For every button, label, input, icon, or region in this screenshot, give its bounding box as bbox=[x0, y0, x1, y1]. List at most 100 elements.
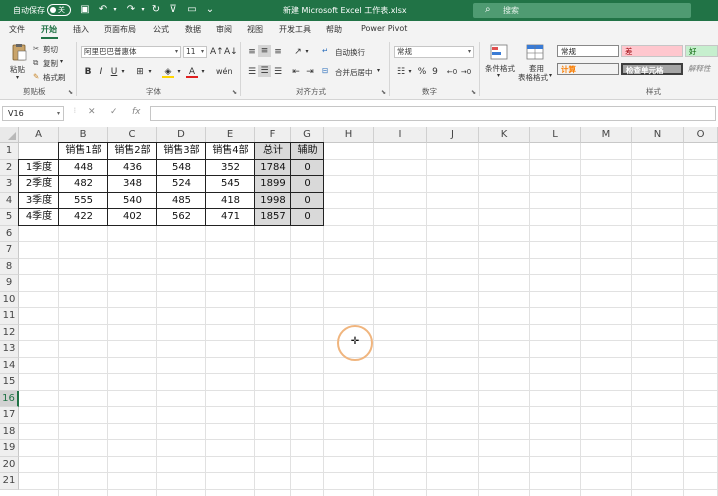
underline-button[interactable]: U bbox=[109, 66, 119, 78]
row-header-21[interactable]: 21 bbox=[0, 473, 19, 490]
column-header-e[interactable]: E bbox=[206, 127, 255, 143]
tab-file[interactable]: 文件 bbox=[9, 24, 25, 35]
table-header-cell[interactable]: 总计 bbox=[255, 143, 291, 160]
enter-icon[interactable]: ✓ bbox=[110, 107, 118, 117]
align-top-icon[interactable]: ≡ bbox=[246, 46, 258, 58]
number-format-combo[interactable]: 常规 ▾ bbox=[394, 46, 474, 58]
table-cell[interactable]: 0 bbox=[291, 192, 324, 209]
tab-page-layout[interactable]: 页面布局 bbox=[104, 24, 136, 35]
row-header-13[interactable]: 13 bbox=[0, 341, 19, 358]
formula-input[interactable] bbox=[150, 106, 716, 121]
table-format-icon[interactable] bbox=[526, 43, 544, 61]
increase-indent-icon[interactable]: ⇥ bbox=[304, 66, 316, 78]
filter-icon[interactable]: ⊽ bbox=[166, 4, 180, 16]
row-header-18[interactable]: 18 bbox=[0, 423, 19, 440]
table-cell[interactable]: 524 bbox=[157, 176, 206, 193]
row-header-9[interactable]: 9 bbox=[0, 275, 19, 292]
table-format-dropdown-icon[interactable]: ▾ bbox=[549, 72, 552, 79]
table-cell[interactable]: 1784 bbox=[255, 159, 291, 176]
table-cell[interactable]: 1季度 bbox=[19, 160, 59, 177]
wrap-text-label[interactable]: 自动换行 bbox=[335, 47, 365, 58]
align-middle-icon[interactable]: ≡ bbox=[258, 45, 271, 57]
table-cell[interactable]: 0 bbox=[291, 176, 324, 193]
cut-icon[interactable]: ✂ bbox=[33, 44, 39, 53]
font-size-combo[interactable]: 11 ▾ bbox=[183, 46, 207, 58]
undo-dropdown-icon[interactable]: ▾ bbox=[108, 4, 122, 16]
table-cell[interactable]: 482 bbox=[59, 176, 108, 193]
autosave-toggle[interactable]: 关 bbox=[47, 4, 71, 16]
format-painter-label[interactable]: 格式刷 bbox=[43, 72, 66, 83]
table-cell[interactable]: 1998 bbox=[255, 192, 291, 209]
align-right-icon[interactable]: ☰ bbox=[272, 66, 284, 78]
table-cell[interactable]: 545 bbox=[206, 176, 255, 193]
redo-dropdown-icon[interactable]: ▾ bbox=[136, 4, 150, 16]
row-header-8[interactable]: 8 bbox=[0, 258, 19, 275]
align-left-icon[interactable]: ☰ bbox=[246, 66, 258, 78]
orientation-icon[interactable]: ↗ bbox=[292, 46, 304, 58]
table-cell[interactable]: 436 bbox=[108, 160, 157, 177]
table-cell[interactable]: 562 bbox=[157, 209, 206, 226]
column-header-o[interactable]: O bbox=[684, 127, 718, 143]
style-normal[interactable]: 常规 bbox=[557, 45, 619, 57]
underline-dropdown-icon[interactable]: ▾ bbox=[120, 66, 126, 78]
table-cell[interactable]: 1899 bbox=[255, 176, 291, 193]
font-name-combo[interactable]: 阿里巴巴普惠体 ▾ bbox=[81, 46, 181, 58]
cut-label[interactable]: 剪切 bbox=[43, 44, 58, 55]
font-color-dropdown-icon[interactable]: ▾ bbox=[200, 66, 206, 78]
tab-data[interactable]: 数据 bbox=[185, 24, 201, 35]
column-header-a[interactable]: A bbox=[19, 127, 59, 143]
tab-help[interactable]: 帮助 bbox=[326, 24, 342, 35]
table-header-cell[interactable]: 销售4部 bbox=[206, 143, 255, 160]
style-explanatory[interactable]: 解释性 bbox=[685, 63, 718, 75]
font-color-icon[interactable]: A bbox=[186, 66, 198, 78]
comma-style-button[interactable]: 9 bbox=[430, 66, 440, 78]
clipboard-launcher-icon[interactable]: ⬊ bbox=[68, 89, 73, 96]
row-header-17[interactable]: 17 bbox=[0, 407, 19, 424]
border-dropdown-icon[interactable]: ▾ bbox=[147, 66, 153, 78]
insert-function-icon[interactable]: fx bbox=[132, 107, 141, 117]
column-header-n[interactable]: N bbox=[632, 127, 684, 143]
table-header-cell[interactable] bbox=[19, 143, 59, 160]
table-cell[interactable]: 352 bbox=[206, 160, 255, 177]
table-cell[interactable]: 3季度 bbox=[19, 193, 59, 210]
style-check-cell[interactable]: 检查单元格 bbox=[621, 63, 683, 75]
tab-view[interactable]: 视图 bbox=[247, 24, 263, 35]
save-icon[interactable]: ▣ bbox=[78, 4, 92, 16]
conditional-format-icon[interactable] bbox=[490, 43, 508, 61]
refresh-icon[interactable]: ↻ bbox=[149, 4, 163, 16]
paste-icon[interactable] bbox=[10, 43, 28, 61]
decrease-decimal-icon[interactable]: →0 bbox=[460, 66, 472, 78]
row-header-4[interactable]: 4 bbox=[0, 192, 19, 209]
row-header-5[interactable]: 5 bbox=[0, 209, 19, 226]
row-header-1[interactable]: 1 bbox=[0, 143, 19, 160]
table-header-cell[interactable]: 销售3部 bbox=[157, 143, 206, 160]
column-header-h[interactable]: H bbox=[324, 127, 374, 143]
table-cell[interactable]: 471 bbox=[206, 209, 255, 226]
table-format-label-2[interactable]: 表格格式 bbox=[518, 72, 548, 83]
wrap-text-icon[interactable]: ↵ bbox=[322, 46, 328, 55]
row-header-6[interactable]: 6 bbox=[0, 225, 19, 242]
table-cell[interactable]: 402 bbox=[108, 209, 157, 226]
row-header-2[interactable]: 2 bbox=[0, 159, 19, 176]
tab-power-pivot[interactable]: Power Pivot bbox=[361, 24, 407, 33]
column-header-i[interactable]: I bbox=[374, 127, 427, 143]
style-good[interactable]: 好 bbox=[685, 45, 718, 57]
decrease-font-icon[interactable]: A↓ bbox=[224, 46, 238, 58]
table-cell[interactable]: 540 bbox=[108, 193, 157, 210]
table-cell[interactable]: 348 bbox=[108, 176, 157, 193]
column-header-d[interactable]: D bbox=[157, 127, 206, 143]
table-cell[interactable]: 0 bbox=[291, 159, 324, 176]
tab-insert[interactable]: 插入 bbox=[73, 24, 89, 35]
copy-dropdown-icon[interactable]: ▾ bbox=[60, 58, 63, 65]
column-header-m[interactable]: M bbox=[581, 127, 632, 143]
table-cell[interactable]: 555 bbox=[59, 193, 108, 210]
currency-icon[interactable]: ☷ bbox=[395, 66, 407, 78]
column-header-c[interactable]: C bbox=[108, 127, 157, 143]
merge-center-label[interactable]: 合并后居中 bbox=[335, 67, 373, 78]
table-cell[interactable]: 4季度 bbox=[19, 209, 59, 226]
table-header-cell[interactable]: 辅助 bbox=[291, 143, 324, 160]
table-cell[interactable]: 422 bbox=[59, 209, 108, 226]
tab-home[interactable]: 开始 bbox=[41, 24, 57, 35]
column-header-l[interactable]: L bbox=[530, 127, 581, 143]
format-painter-icon[interactable]: ✎ bbox=[33, 72, 39, 81]
